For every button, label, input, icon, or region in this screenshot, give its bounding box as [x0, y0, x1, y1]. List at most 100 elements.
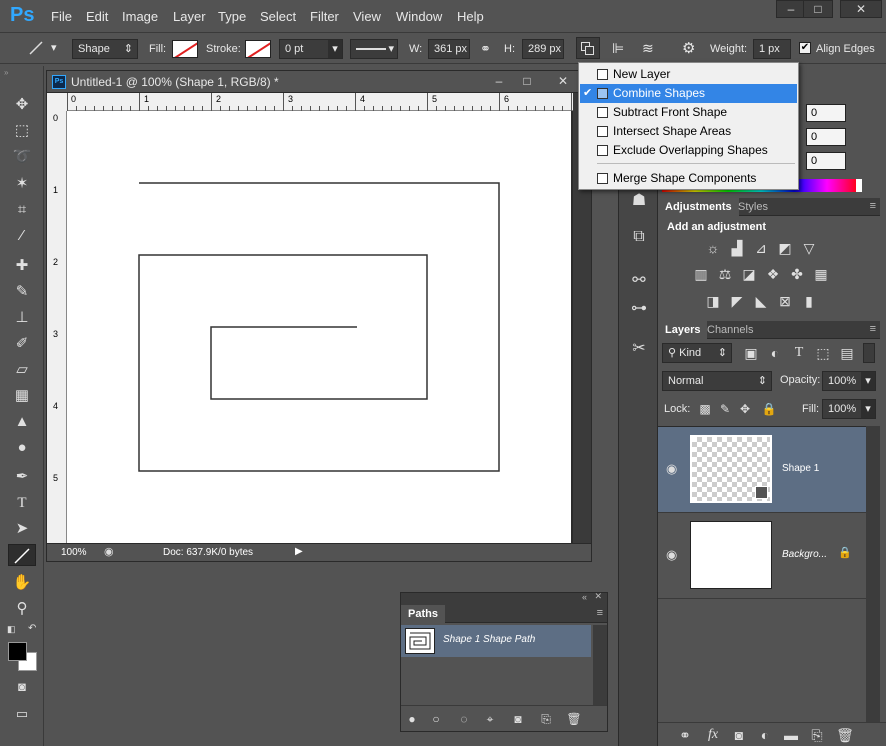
adjustment-icon[interactable]: ◐: [756, 727, 774, 743]
folder-icon[interactable]: ▬: [782, 727, 800, 743]
doc-minimize-button[interactable]: –: [485, 73, 513, 90]
smart-object-filter-icon[interactable]: ▤: [838, 345, 856, 361]
merge-shape-components-option[interactable]: Merge Shape Components: [580, 169, 797, 188]
brush-presets-icon[interactable]: ☗: [627, 190, 651, 212]
gradient-map-icon[interactable]: ▮: [800, 293, 818, 309]
magic-wand-tool-icon[interactable]: ✶: [8, 173, 36, 195]
invert-icon[interactable]: ◨: [704, 293, 722, 309]
tool-preset-arrow-icon[interactable]: ▾: [51, 41, 57, 54]
fx-icon[interactable]: fx: [704, 727, 722, 743]
pixel-filter-icon[interactable]: ▣: [742, 345, 760, 361]
lock-pixels-icon[interactable]: ✎: [716, 401, 734, 417]
levels-icon[interactable]: ▟: [728, 240, 746, 256]
panel-menu-icon[interactable]: ≡: [870, 323, 876, 335]
tool-presets-icon[interactable]: ⚯: [627, 270, 651, 292]
new-layer-option[interactable]: New Layer: [580, 65, 797, 84]
horizontal-ruler[interactable]: 0 1 2 3 4 5 6: [67, 93, 573, 111]
type-filter-icon[interactable]: T: [790, 345, 808, 361]
collapse-icon[interactable]: «: [582, 592, 587, 602]
minimize-button[interactable]: –: [776, 0, 806, 18]
blur-tool-icon[interactable]: ▲: [8, 411, 36, 433]
path-row[interactable]: Shape 1 Shape Path: [401, 625, 591, 657]
menu-window[interactable]: Window: [396, 9, 442, 24]
vertical-ruler[interactable]: 0 1 2 3 4 5: [47, 111, 67, 543]
screen-mode-icon[interactable]: ▭: [8, 703, 36, 725]
history-brush-tool-icon[interactable]: ✐: [8, 333, 36, 355]
menu-type[interactable]: Type: [218, 9, 246, 24]
stroke-path-icon[interactable]: ○: [427, 711, 445, 727]
eye-icon[interactable]: ◉: [666, 547, 677, 563]
canvas-area[interactable]: [67, 111, 573, 543]
eye-icon[interactable]: ◉: [666, 461, 677, 477]
color-ramp-white[interactable]: [856, 179, 862, 192]
lasso-tool-icon[interactable]: ➰: [8, 146, 36, 168]
shape-1-path[interactable]: [67, 111, 571, 543]
menu-view[interactable]: View: [353, 9, 381, 24]
menu-help[interactable]: Help: [457, 9, 484, 24]
shape-filter-icon[interactable]: ⬚: [814, 345, 832, 361]
tool-mode-select[interactable]: Shape ⇕: [72, 39, 138, 59]
tab-channels[interactable]: Channels: [700, 321, 760, 339]
menu-layer[interactable]: Layer: [173, 9, 206, 24]
color-balance-icon[interactable]: ⚖: [716, 266, 734, 282]
photo-filter-icon[interactable]: ❖: [764, 266, 782, 282]
eyedropper-tool-icon[interactable]: ⁄: [8, 225, 36, 247]
lock-position-icon[interactable]: ✥: [736, 401, 754, 417]
add-mask-icon[interactable]: ◙: [509, 711, 527, 727]
swap-colors-icon[interactable]: ↶: [28, 623, 36, 634]
posterize-icon[interactable]: ◤: [728, 293, 746, 309]
close-icon[interactable]: ✕: [594, 591, 602, 602]
threshold-icon[interactable]: ◣: [752, 293, 770, 309]
doc-info[interactable]: Doc: 637.9K/0 bytes: [163, 547, 253, 558]
quick-mask-icon[interactable]: ◙: [8, 676, 36, 698]
tab-styles[interactable]: Styles: [731, 198, 775, 216]
status-menu-arrow-icon[interactable]: ▶: [295, 546, 303, 557]
menu-file[interactable]: File: [51, 9, 72, 24]
dropdown-arrow-icon[interactable]: ▾: [328, 40, 342, 58]
brightness-contrast-icon[interactable]: ☼: [704, 240, 722, 256]
align-edges-checkbox[interactable]: ✔: [799, 42, 811, 54]
make-work-path-icon[interactable]: ⌖: [481, 711, 499, 727]
combine-shapes-option[interactable]: ✔ Combine Shapes: [580, 84, 797, 103]
pen-tool-icon[interactable]: ✒: [8, 466, 36, 488]
weight-field[interactable]: 1 px: [753, 39, 791, 59]
zoom-level[interactable]: 100%: [61, 547, 87, 558]
menu-image[interactable]: Image: [122, 9, 158, 24]
stroke-swatch[interactable]: [245, 40, 271, 58]
black-white-icon[interactable]: ◪: [740, 266, 758, 282]
exclude-overlapping-shapes-option[interactable]: Exclude Overlapping Shapes: [580, 141, 797, 160]
adjustment-filter-icon[interactable]: ◐: [766, 345, 784, 361]
gradient-tool-icon[interactable]: ▦: [8, 385, 36, 407]
path-selection-tool-icon[interactable]: ➤: [8, 518, 36, 540]
share-icon[interactable]: ◉: [104, 545, 114, 558]
path-alignment-icon[interactable]: ⊫: [612, 40, 624, 57]
vibrance-icon[interactable]: ▽: [800, 240, 818, 256]
hue-saturation-icon[interactable]: ▥: [692, 266, 710, 282]
path-arrangement-icon[interactable]: ≋: [642, 40, 654, 57]
stroke-type-select[interactable]: ▾: [350, 39, 398, 59]
clone-stamp-tool-icon[interactable]: ⊥: [8, 307, 36, 329]
width-field[interactable]: 361 px: [428, 39, 470, 59]
stroke-width-field[interactable]: 0 pt ▾: [279, 39, 343, 59]
path-operations-button[interactable]: [576, 37, 600, 59]
color-value-field[interactable]: 0: [806, 152, 846, 170]
zoom-tool-icon[interactable]: ⚲: [8, 598, 36, 620]
selective-color-icon[interactable]: ⊠: [776, 293, 794, 309]
default-colors-icon[interactable]: ◧: [7, 624, 16, 635]
line-tool-icon[interactable]: [28, 40, 44, 56]
subtract-front-shape-option[interactable]: Subtract Front Shape: [580, 103, 797, 122]
layer-row[interactable]: ◉ Shape 1: [658, 427, 866, 513]
layers-scrollbar[interactable]: [866, 426, 880, 726]
lock-transparent-icon[interactable]: ▩: [696, 401, 714, 417]
link-dimensions-icon[interactable]: ⚭: [480, 41, 491, 57]
new-layer-icon[interactable]: ⎘: [808, 727, 826, 743]
healing-brush-tool-icon[interactable]: ✚: [8, 255, 36, 277]
move-tool-icon[interactable]: ✥: [8, 94, 36, 116]
paths-panel-titlebar[interactable]: « ✕: [401, 591, 607, 605]
tools-icon[interactable]: ✂: [627, 338, 651, 360]
channel-mixer-icon[interactable]: ✤: [788, 266, 806, 282]
panel-menu-icon[interactable]: ≡: [870, 200, 876, 212]
layer-filter-select[interactable]: ⚲ Kind ⇕: [662, 343, 732, 363]
delete-path-icon[interactable]: 🗑: [565, 711, 583, 727]
exposure-icon[interactable]: ◩: [776, 240, 794, 256]
